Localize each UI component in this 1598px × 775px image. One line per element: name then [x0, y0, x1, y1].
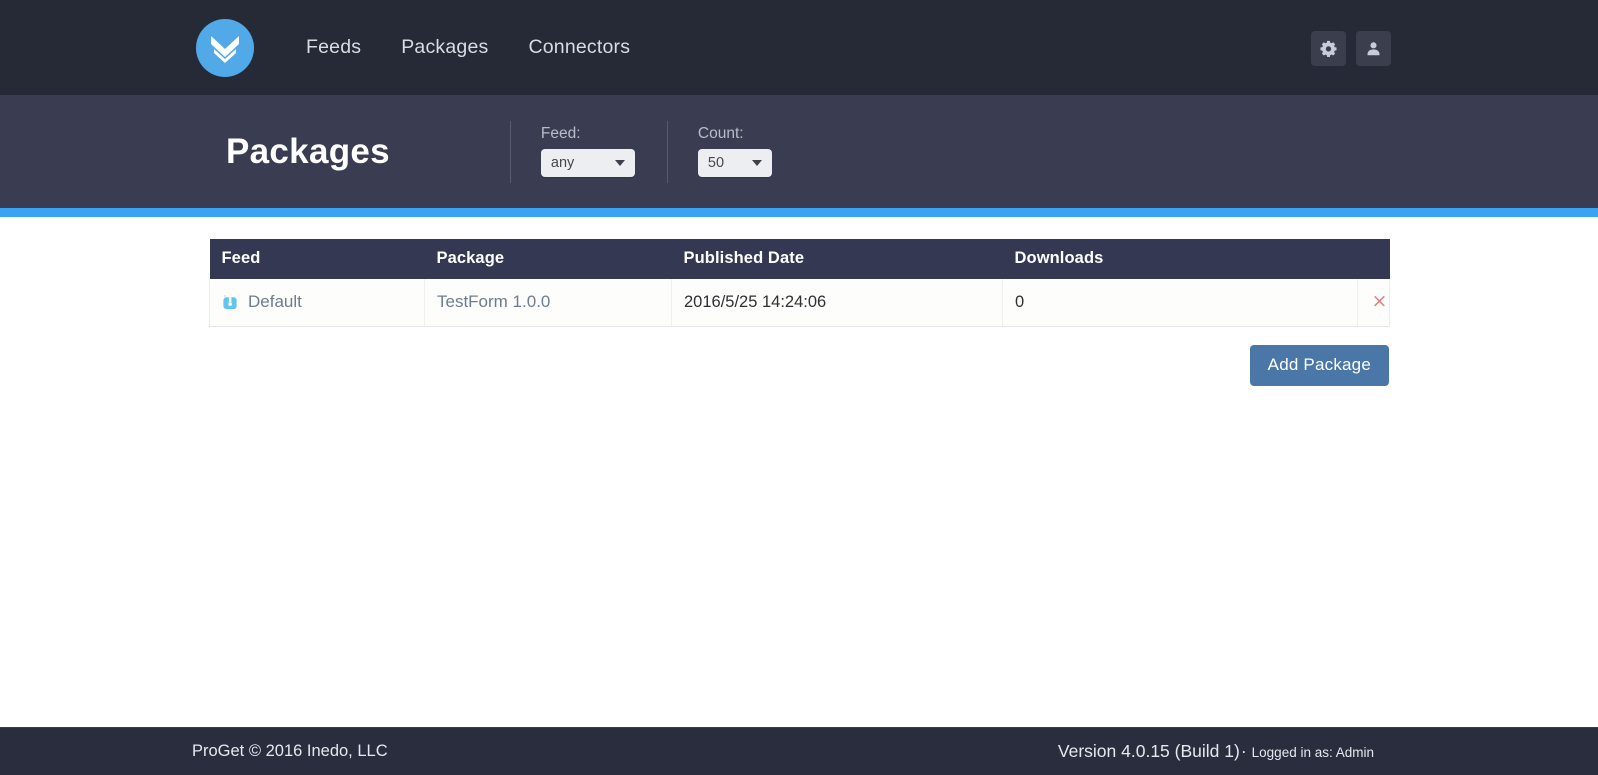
- delete-package-icon[interactable]: ×: [1372, 292, 1388, 311]
- feed-cell-wrap: Default: [222, 292, 424, 312]
- column-header-published[interactable]: Published Date: [671, 239, 1003, 279]
- feed-select-value: any: [550, 154, 575, 171]
- accent-bar: [0, 208, 1598, 217]
- feed-filter-group: Feed: any: [540, 125, 635, 177]
- feed-select[interactable]: any: [540, 148, 635, 177]
- table-body: Default TestForm 1.0.0 2016/5/25 14:24:0…: [209, 279, 1390, 327]
- subheader-divider-2: [666, 120, 668, 183]
- top-navigation-bar: Feeds Packages Connectors: [0, 0, 1598, 95]
- nav-right-actions: [1311, 31, 1391, 66]
- table-header-row: Feed Package Published Date Downloads: [209, 239, 1390, 279]
- table-actions-row: Add Package: [209, 345, 1389, 386]
- page-footer: ProGet © 2016 Inedo, LLC Version 4.0.15 …: [0, 727, 1598, 775]
- cell-downloads: 0: [1002, 279, 1358, 327]
- cell-published-date: 2016/5/25 14:24:06: [671, 279, 1003, 327]
- settings-button[interactable]: [1311, 31, 1346, 66]
- cell-feed: Default: [209, 279, 425, 327]
- footer-separator: ·: [1240, 741, 1247, 761]
- nav-item-packages[interactable]: Packages: [381, 26, 508, 69]
- table-row: Default TestForm 1.0.0 2016/5/25 14:24:0…: [209, 279, 1390, 327]
- count-filter-label: Count:: [697, 125, 744, 143]
- add-package-button[interactable]: Add Package: [1249, 345, 1389, 386]
- feed-filter-label: Feed:: [540, 125, 581, 143]
- subheader-divider-1: [509, 120, 511, 183]
- user-account-button[interactable]: [1356, 31, 1391, 66]
- footer-logged-in-as: Logged in as: Admin: [1251, 745, 1374, 760]
- chevron-down-icon: [751, 159, 762, 166]
- logo-circle: [196, 18, 254, 77]
- nav-item-feeds[interactable]: Feeds: [286, 26, 381, 69]
- app-logo[interactable]: [196, 18, 254, 77]
- column-header-feed[interactable]: Feed: [209, 239, 425, 279]
- package-link[interactable]: TestForm 1.0.0: [437, 292, 550, 311]
- page-subheader: Packages Feed: any Count: 50: [0, 95, 1598, 208]
- column-header-actions: [1357, 239, 1390, 279]
- user-icon: [1367, 42, 1380, 56]
- page-title: Packages: [226, 132, 390, 171]
- table-head: Feed Package Published Date Downloads: [209, 239, 1390, 279]
- package-box-icon: [223, 294, 237, 309]
- app-root: Feeds Packages Connectors Packages Feed:…: [0, 0, 1598, 775]
- column-header-downloads[interactable]: Downloads: [1002, 239, 1358, 279]
- footer-status: Version 4.0.15 (Build 1) · Logged in as:…: [1058, 741, 1374, 762]
- feed-link[interactable]: Default: [248, 292, 302, 312]
- count-select-value: 50: [707, 154, 725, 171]
- nav-item-connectors[interactable]: Connectors: [508, 26, 650, 69]
- chevron-down-icon: [614, 159, 625, 166]
- double-chevron-down-logo-icon: [211, 35, 239, 63]
- cell-package: TestForm 1.0.0: [424, 279, 672, 327]
- nav-links: Feeds Packages Connectors: [286, 26, 650, 69]
- main-content: Feed Package Published Date Downloads De…: [0, 217, 1598, 727]
- cell-actions: ×: [1357, 279, 1390, 327]
- count-select[interactable]: 50: [697, 148, 772, 177]
- footer-version: Version 4.0.15 (Build 1): [1057, 741, 1240, 761]
- content-container: Feed Package Published Date Downloads De…: [209, 239, 1390, 386]
- packages-table: Feed Package Published Date Downloads De…: [209, 239, 1390, 327]
- count-filter-group: Count: 50: [697, 125, 772, 177]
- column-header-package[interactable]: Package: [424, 239, 672, 279]
- footer-copyright: ProGet © 2016 Inedo, LLC: [192, 742, 388, 760]
- gear-icon: [1320, 40, 1337, 57]
